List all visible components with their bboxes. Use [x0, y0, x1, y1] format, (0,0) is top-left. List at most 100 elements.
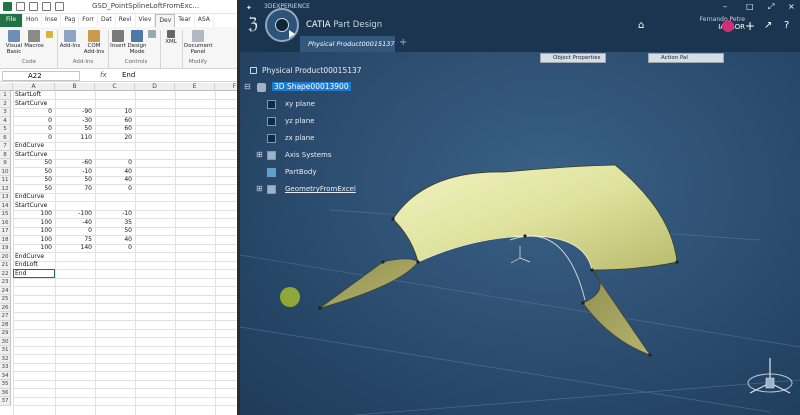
column-header-f[interactable]: F — [215, 83, 237, 91]
row-header[interactable]: 37 — [0, 397, 11, 406]
column-header-d[interactable]: D — [135, 83, 175, 91]
ribbon-tab-hon[interactable]: Hon — [23, 14, 43, 27]
table-cell[interactable]: 0 — [15, 108, 54, 117]
table-cell[interactable]: StartLoft — [15, 91, 41, 100]
table-cell[interactable]: 100 — [15, 236, 54, 245]
tree-item-zx-plane[interactable]: zx plane — [285, 134, 314, 142]
ribbon-tab-dat[interactable]: Dat — [98, 14, 116, 27]
undo-icon[interactable] — [29, 2, 38, 11]
table-cell[interactable]: 100 — [15, 219, 54, 228]
row-header[interactable]: 11 — [0, 176, 11, 185]
properties-button[interactable] — [146, 30, 158, 39]
macros-button[interactable]: Macros — [24, 30, 44, 49]
row-header[interactable]: 16 — [0, 218, 11, 227]
row-header[interactable]: 17 — [0, 227, 11, 236]
row-header[interactable]: 1 — [0, 91, 11, 100]
tree-collapse-icon[interactable]: ⊟ — [244, 82, 251, 91]
column-header-e[interactable]: E — [175, 83, 215, 91]
table-cell[interactable]: -40 — [57, 219, 94, 228]
ribbon-tab-asa[interactable]: ASA — [195, 14, 214, 27]
row-header[interactable]: 20 — [0, 252, 11, 261]
table-cell[interactable]: 50 — [57, 125, 94, 134]
row-header[interactable]: 19 — [0, 244, 11, 253]
share-icon[interactable]: ↗ — [764, 20, 772, 32]
help-icon[interactable]: ? — [784, 20, 789, 32]
ribbon-tab-viev[interactable]: Viev — [136, 14, 156, 27]
row-header[interactable]: 30 — [0, 337, 11, 346]
ribbon-tab-file[interactable]: File — [0, 14, 24, 27]
row-header[interactable]: 32 — [0, 354, 11, 363]
row-header[interactable]: 34 — [0, 371, 11, 380]
user-info[interactable]: Fernando PetreIARBOR — [680, 16, 745, 31]
table-cell[interactable]: -10 — [97, 210, 134, 219]
document-panel-button[interactable]: Document Panel — [184, 30, 213, 55]
table-cell[interactable]: StartCurve — [15, 202, 47, 211]
column-header-c[interactable]: C — [95, 83, 135, 91]
table-cell[interactable]: 60 — [97, 117, 134, 126]
design-mode-button[interactable]: Design Mode — [127, 30, 147, 55]
table-cell[interactable]: 0 — [15, 125, 54, 134]
tree-item-geometryfromexcel[interactable]: GeometryFromExcel — [285, 185, 356, 193]
table-cell[interactable]: -10 — [57, 168, 94, 177]
row-header[interactable]: 7 — [0, 142, 11, 151]
object-properties-panel[interactable]: Object Properties — [540, 53, 606, 63]
table-cell[interactable]: 50 — [57, 176, 94, 185]
tree-expand-icon[interactable]: ⊞ — [256, 184, 263, 193]
table-cell[interactable]: 35 — [97, 219, 134, 228]
fx-icon[interactable]: fx — [100, 71, 107, 79]
spreadsheet-grid[interactable]: A B C D E F 1 2 3 4 5 6 7 8 9 10 11 12 13 14 15 16 17 18 19 20 21 2… — [0, 83, 237, 415]
column-header-b[interactable]: B — [55, 83, 95, 91]
add-tab-icon[interactable]: + — [399, 37, 407, 48]
table-cell[interactable]: 70 — [57, 185, 94, 194]
tag-icon[interactable]: ⌂ — [638, 20, 644, 32]
select-all-corner[interactable] — [0, 83, 13, 91]
selected-cell[interactable] — [13, 269, 55, 278]
table-cell[interactable]: 110 — [57, 134, 94, 143]
row-header[interactable]: 8 — [0, 150, 11, 159]
table-cell[interactable]: 20 — [97, 134, 134, 143]
table-cell[interactable]: EndCurve — [15, 193, 44, 202]
row-header[interactable]: 29 — [0, 329, 11, 338]
table-cell[interactable]: 50 — [15, 176, 54, 185]
row-header[interactable]: 22 — [0, 269, 11, 278]
name-box[interactable]: A22 — [2, 71, 80, 81]
table-cell[interactable]: 100 — [15, 244, 54, 253]
table-cell[interactable]: 50 — [15, 185, 54, 194]
row-header[interactable]: 6 — [0, 133, 11, 142]
table-cell[interactable]: -30 — [57, 117, 94, 126]
row-header[interactable]: 2 — [0, 99, 11, 108]
insert-control-button[interactable]: Insert — [109, 30, 127, 49]
formula-input[interactable]: End — [122, 71, 135, 79]
table-cell[interactable]: 50 — [97, 227, 134, 236]
tree-root[interactable]: Physical Product00015137 — [262, 66, 362, 75]
table-cell[interactable]: 140 — [57, 244, 94, 253]
close-icon[interactable]: × — [788, 1, 795, 13]
row-header[interactable]: 21 — [0, 261, 11, 270]
row-header[interactable]: 5 — [0, 125, 11, 134]
tree-item-partbody[interactable]: PartBody — [285, 168, 317, 176]
document-tab[interactable]: Physical Product00015137 — [300, 36, 395, 52]
table-cell[interactable]: 100 — [15, 210, 54, 219]
table-cell[interactable]: 0 — [97, 159, 134, 168]
add-ins-button[interactable]: Add-Ins — [59, 30, 81, 49]
tree-expand-icon[interactable]: ⊞ — [256, 150, 263, 159]
row-header[interactable]: 15 — [0, 210, 11, 219]
row-header[interactable]: 24 — [0, 286, 11, 295]
table-cell[interactable]: -90 — [57, 108, 94, 117]
row-header[interactable]: 23 — [0, 278, 11, 287]
row-header[interactable]: 4 — [0, 116, 11, 125]
table-cell[interactable]: 100 — [15, 227, 54, 236]
column-header-a[interactable]: A — [13, 83, 55, 91]
row-header[interactable]: 33 — [0, 363, 11, 372]
table-cell[interactable]: 0 — [57, 227, 94, 236]
redo-icon[interactable] — [42, 2, 51, 11]
row-header[interactable]: 13 — [0, 193, 11, 202]
row-header[interactable]: 9 — [0, 159, 11, 168]
ribbon-tab-dev[interactable]: Dev — [155, 14, 176, 27]
table-cell[interactable]: StartCurve — [15, 151, 47, 160]
table-cell[interactable]: 50 — [15, 168, 54, 177]
ribbon-tab-inse[interactable]: Inse — [42, 14, 62, 27]
table-cell[interactable]: 0 — [97, 244, 134, 253]
minimize-icon[interactable]: – — [723, 1, 727, 13]
compass-button[interactable] — [265, 8, 299, 42]
